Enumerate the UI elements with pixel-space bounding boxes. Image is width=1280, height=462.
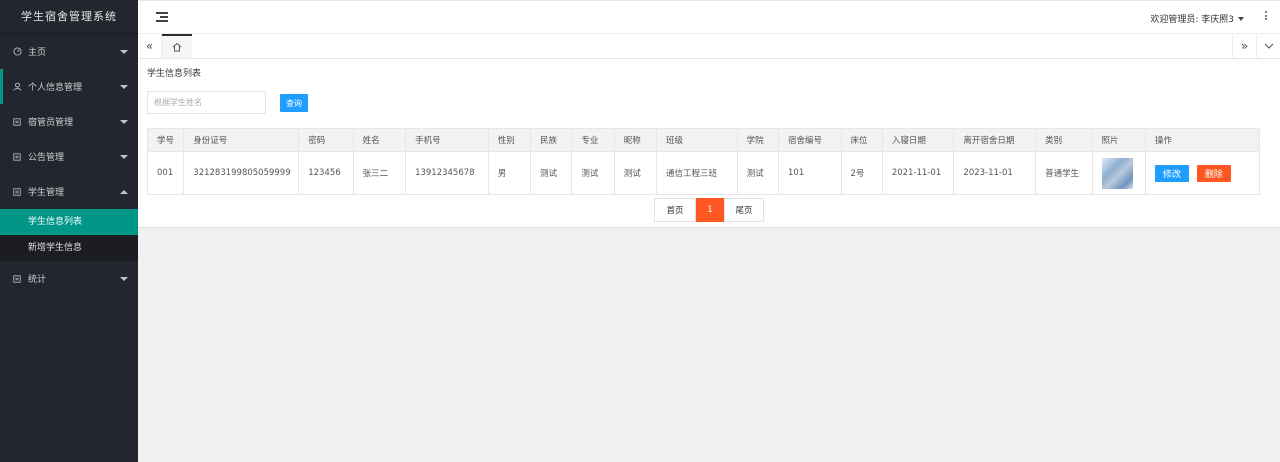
doc-icon (12, 152, 22, 162)
chevron-down-icon (120, 276, 128, 281)
column-header: 民族 (530, 128, 573, 152)
sidebar-subitem-add-student[interactable]: 新增学生信息 (0, 235, 138, 261)
cell-photo (1091, 151, 1146, 195)
more-vertical-icon[interactable] (1264, 11, 1268, 22)
tab-options-icon[interactable] (1256, 34, 1280, 58)
sidebar-item-label: 主页 (28, 48, 47, 58)
user-menu[interactable]: 欢迎管理员: 李庆照3 (1150, 12, 1244, 25)
student-table: 学号 身份证号 密码 姓名 手机号 性别 民族 专业 昵称 班级 学院 宿舍编号… (146, 128, 1261, 195)
column-header: 姓名 (352, 128, 407, 152)
cell-ethnic: 测试 (530, 151, 573, 195)
chevron-down-icon (120, 84, 128, 89)
column-header: 性别 (487, 128, 532, 152)
search-input[interactable]: 根据学生姓名 (147, 91, 266, 114)
delete-button[interactable]: 删除 (1196, 164, 1231, 182)
home-icon (172, 42, 182, 52)
sidebar-item-label: 学生管理 (28, 188, 65, 198)
breadcrumb: 学生信息列表 (147, 69, 202, 79)
sidebar-item-home[interactable]: 主页 (0, 34, 138, 69)
sidebar-item-stats[interactable]: 统计 (0, 261, 138, 296)
sidebar-item-label: 公告管理 (28, 153, 65, 163)
cell-idcard: 321283199805059999 (183, 151, 300, 195)
sidebar-item-dorm-admins[interactable]: 宿管员管理 (0, 104, 138, 139)
table-header-row: 学号 身份证号 密码 姓名 手机号 性别 民族 专业 昵称 班级 学院 宿舍编号… (146, 128, 1261, 152)
column-header: 班级 (656, 128, 738, 152)
sidebar-item-profile[interactable]: 个人信息管理 (0, 69, 138, 104)
column-header: 床位 (840, 128, 883, 152)
sidebar: 学生宿舍管理系统 主页 个人信息管理 宿管员管理 公告管理 学生管理 学生信息列… (0, 0, 138, 462)
cell-dorm: 101 (778, 151, 842, 195)
scroll-right-icon[interactable]: » (1232, 34, 1256, 58)
chevron-up-icon (120, 189, 128, 194)
cell-actions: 修改 删除 (1144, 151, 1261, 195)
search-button[interactable]: 查询 (280, 94, 308, 112)
column-header: 昵称 (613, 128, 658, 152)
column-header: 照片 (1091, 128, 1146, 152)
column-header: 离开宿舍日期 (953, 128, 1037, 152)
cell-password: 123456 (298, 151, 354, 195)
user-greeting: 欢迎管理员: 李庆照3 (1150, 15, 1234, 25)
student-photo[interactable] (1101, 157, 1133, 189)
sidebar-submenu: 学生信息列表 新增学生信息 (0, 209, 138, 261)
sidebar-item-label: 宿管员管理 (28, 118, 74, 128)
cell-out-date: 2023-11-01 (953, 151, 1037, 195)
column-header: 手机号 (405, 128, 489, 152)
tab-bar: « » (138, 34, 1280, 59)
doc-icon (12, 187, 22, 197)
edit-button[interactable]: 修改 (1154, 164, 1189, 182)
column-header: 学号 (146, 128, 185, 152)
cell-xuehao: 001 (146, 151, 185, 195)
sidebar-item-notices[interactable]: 公告管理 (0, 139, 138, 174)
pager-first-button[interactable]: 首页 (654, 198, 696, 222)
chevron-down-icon (120, 154, 128, 159)
column-header: 操作 (1144, 128, 1261, 152)
cell-gender: 男 (487, 151, 532, 195)
doc-icon (12, 274, 22, 284)
pagination: 首页 1 尾页 (654, 198, 764, 222)
sidebar-subitem-student-list[interactable]: 学生信息列表 (0, 209, 138, 235)
column-header: 密码 (298, 128, 354, 152)
cell-category: 普通学生 (1035, 151, 1093, 195)
cell-phone: 13912345678 (405, 151, 489, 195)
cell-in-date: 2021-11-01 (881, 151, 955, 195)
app-title: 学生宿舍管理系统 (0, 0, 138, 34)
pager-current-page[interactable]: 1 (696, 198, 724, 222)
cell-nickname: 测试 (613, 151, 658, 195)
chevron-down-icon (120, 119, 128, 124)
tab-home[interactable] (162, 34, 192, 58)
column-header: 宿舍编号 (778, 128, 842, 152)
caret-down-icon (1238, 16, 1244, 21)
column-header: 身份证号 (183, 128, 300, 152)
column-header: 学院 (736, 128, 780, 152)
pager-last-button[interactable]: 尾页 (724, 198, 764, 222)
table-row: 001 321283199805059999 123456 张三二 139123… (146, 151, 1261, 195)
doc-icon (12, 117, 22, 127)
sidebar-item-label: 统计 (28, 275, 47, 285)
cell-class: 通信工程三班 (656, 151, 738, 195)
column-header: 类别 (1035, 128, 1093, 152)
scroll-left-icon[interactable]: « (138, 34, 162, 58)
cell-name: 张三二 (352, 151, 407, 195)
column-header: 专业 (571, 128, 615, 152)
sidebar-item-students[interactable]: 学生管理 (0, 174, 138, 209)
chevron-down-icon (120, 49, 128, 54)
main-content: 学生信息列表 根据学生姓名 查询 学号 身份证号 密码 姓名 手机号 性别 民族… (138, 59, 1280, 228)
dashboard-icon (12, 47, 22, 57)
cell-major: 测试 (571, 151, 615, 195)
cell-bed: 2号 (840, 151, 883, 195)
column-header: 入寝日期 (881, 128, 955, 152)
top-header: 欢迎管理员: 李庆照3 (138, 0, 1280, 34)
menu-toggle-icon[interactable] (156, 12, 168, 22)
sidebar-item-label: 个人信息管理 (28, 83, 83, 93)
cell-college: 测试 (736, 151, 780, 195)
user-icon (12, 82, 22, 92)
